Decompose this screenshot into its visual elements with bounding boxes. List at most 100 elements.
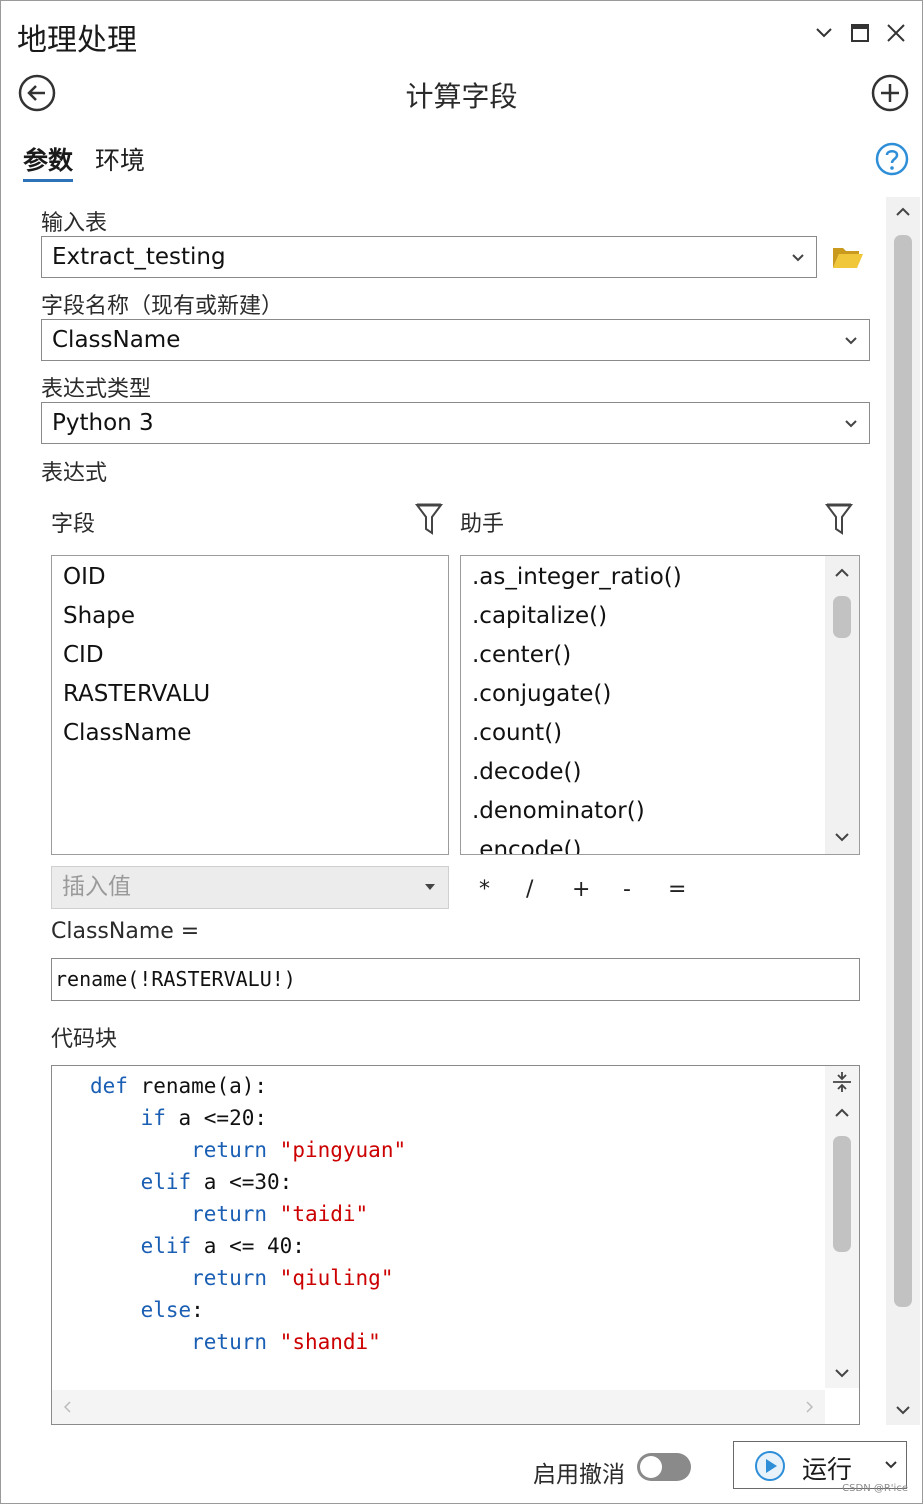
field-item[interactable]: RASTERVALU: [52, 675, 448, 714]
expand-editor-icon[interactable]: [831, 1070, 853, 1094]
tab-parameters[interactable]: 参数: [23, 141, 74, 182]
insert-value-placeholder: 插入值: [62, 874, 131, 900]
help-icon[interactable]: [874, 141, 910, 177]
code-keyword: def: [90, 1074, 128, 1098]
pane-titlebar: 地理处理: [1, 1, 922, 65]
expression-input[interactable]: rename(!RASTERVALU!): [51, 958, 860, 1001]
tool-title: 计算字段: [405, 80, 518, 113]
expression-label: 表达式: [41, 461, 108, 486]
folder-open-icon[interactable]: [831, 242, 865, 272]
field-name-dropdown[interactable]: ClassName: [41, 319, 870, 361]
chevron-down-icon[interactable]: [885, 1461, 897, 1469]
scroll-up-icon[interactable]: [895, 207, 911, 217]
helpers-list[interactable]: .as_integer_ratio() .capitalize() .cente…: [460, 555, 860, 855]
field-item[interactable]: CID: [52, 636, 448, 675]
tab-environments[interactable]: 环境: [95, 141, 145, 177]
enable-undo-label: 启用撤消: [533, 1462, 625, 1488]
helper-item[interactable]: .count(): [461, 714, 859, 753]
caret-down-icon: [420, 867, 440, 907]
field-item[interactable]: OID: [52, 558, 448, 597]
chevron-down-icon: [841, 320, 861, 360]
scroll-left-icon[interactable]: [64, 1401, 72, 1413]
helper-item[interactable]: .conjugate(): [461, 675, 859, 714]
chevron-down-icon: [841, 403, 861, 443]
run-button[interactable]: 运行: [733, 1441, 907, 1489]
fields-list[interactable]: OID Shape CID RASTERVALU ClassName: [51, 555, 449, 855]
enable-undo-toggle[interactable]: [637, 1453, 691, 1481]
maximize-icon[interactable]: [846, 19, 874, 47]
chevron-down-icon[interactable]: [810, 19, 838, 47]
geoprocessing-pane: 地理处理 计算字段 参数 环境 输入表 Extract_testing 字段名称…: [0, 0, 923, 1504]
code-text: a <= 40:: [191, 1234, 305, 1258]
code-string: "qiuling": [279, 1266, 394, 1290]
helper-item[interactable]: .center(): [461, 636, 859, 675]
field-name-value: ClassName: [52, 327, 181, 353]
chevron-down-icon: [788, 237, 808, 277]
helper-item[interactable]: .capitalize(): [461, 597, 859, 636]
code-text: a <=20:: [165, 1106, 268, 1130]
code-keyword: return: [90, 1202, 268, 1226]
scroll-down-icon[interactable]: [834, 1368, 850, 1378]
code-line: return "pingyuan": [90, 1134, 406, 1166]
code-scroll-thumb[interactable]: [833, 1136, 851, 1252]
helpers-scrollbar[interactable]: [825, 556, 859, 854]
fields-label: 字段: [51, 512, 96, 537]
field-item[interactable]: Shape: [52, 597, 448, 636]
code-block-label: 代码块: [51, 1027, 118, 1052]
insert-value-dropdown[interactable]: 插入值: [51, 866, 449, 909]
code-line: else:: [90, 1294, 406, 1326]
assign-label: ClassName =: [51, 919, 200, 944]
code-text: a <=30:: [191, 1170, 293, 1194]
fields-filter-icon[interactable]: [415, 502, 443, 536]
pane-scrollbar[interactable]: [886, 197, 920, 1425]
add-icon[interactable]: [870, 73, 910, 113]
code-keyword: return: [90, 1138, 268, 1162]
code-string: "pingyuan": [279, 1138, 407, 1162]
multiply-operator-button[interactable]: *: [479, 877, 490, 902]
code-string: "shandi": [279, 1330, 381, 1354]
scroll-up-icon[interactable]: [834, 568, 850, 578]
add-operator-button[interactable]: +: [572, 877, 590, 902]
subtract-operator-button[interactable]: -: [623, 877, 631, 902]
field-name-label: 字段名称（现有或新建）: [41, 294, 284, 319]
helpers-scroll-thumb[interactable]: [833, 596, 851, 638]
code-line: elif a <=30:: [90, 1166, 406, 1198]
code-hscrollbar[interactable]: [52, 1390, 825, 1424]
pane-scroll-thumb[interactable]: [894, 235, 912, 1307]
input-table-dropdown[interactable]: Extract_testing: [41, 236, 817, 278]
helper-item[interactable]: .as_integer_ratio(): [461, 558, 859, 597]
helper-item[interactable]: .decode(): [461, 753, 859, 792]
code-keyword: return: [90, 1330, 268, 1354]
code-line: return "qiuling": [90, 1262, 406, 1294]
code-keyword: elif: [90, 1170, 192, 1194]
scroll-down-icon[interactable]: [834, 832, 850, 842]
scroll-down-icon[interactable]: [895, 1405, 911, 1415]
pane-title: 地理处理: [17, 23, 137, 58]
code-scrollbar[interactable]: [825, 1066, 859, 1388]
code-line: if a <=20:: [90, 1102, 406, 1134]
code-block-editor[interactable]: def rename(a): if a <=20: return "pingyu…: [51, 1065, 860, 1425]
tool-header: 计算字段: [1, 65, 922, 125]
code-text: rename(a):: [127, 1074, 268, 1098]
watermark: CSDN @R'ice: [842, 1483, 908, 1494]
helpers-label: 助手: [460, 512, 505, 537]
scroll-up-icon[interactable]: [834, 1108, 850, 1118]
input-table-value: Extract_testing: [52, 244, 226, 270]
helper-item[interactable]: .encode(): [461, 831, 859, 854]
close-icon[interactable]: [882, 19, 910, 47]
code-block-text[interactable]: def rename(a): if a <=20: return "pingyu…: [90, 1070, 406, 1358]
expression-type-dropdown[interactable]: Python 3: [41, 402, 870, 444]
helpers-filter-icon[interactable]: [825, 502, 853, 536]
expression-type-label: 表达式类型: [41, 377, 152, 402]
run-label: 运行: [802, 1455, 853, 1484]
equals-operator-button[interactable]: =: [668, 877, 686, 902]
code-line: def rename(a):: [90, 1070, 406, 1102]
input-table-label: 输入表: [41, 211, 108, 236]
field-item[interactable]: ClassName: [52, 714, 448, 753]
code-line: return "taidi": [90, 1198, 406, 1230]
helper-item[interactable]: .denominator(): [461, 792, 859, 831]
scroll-right-icon[interactable]: [805, 1401, 813, 1413]
divide-operator-button[interactable]: /: [526, 877, 533, 902]
